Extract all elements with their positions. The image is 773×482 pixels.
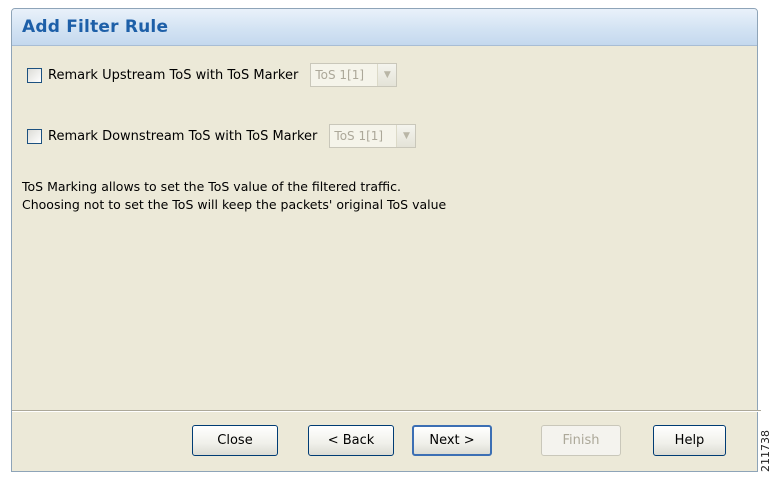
help-button[interactable]: Help: [653, 425, 726, 456]
figure-id: 211738: [759, 430, 772, 472]
chevron-down-icon: ▼: [377, 64, 397, 86]
upstream-tos-checkbox[interactable]: [27, 67, 42, 83]
chevron-down-icon: ▼: [396, 125, 416, 147]
downstream-tos-select: ToS 1[1] ▼: [329, 124, 417, 148]
description-line-1: ToS Marking allows to set the ToS value …: [22, 179, 401, 194]
downstream-tos-label: Remark Downstream ToS with ToS Marker: [48, 128, 318, 144]
upstream-tos-select-value: ToS 1[1]: [315, 68, 365, 82]
close-button[interactable]: Close: [192, 425, 278, 456]
next-button[interactable]: Next >: [412, 425, 492, 456]
description-line-2: Choosing not to set the ToS will keep th…: [22, 197, 447, 212]
upstream-tos-select: ToS 1[1] ▼: [310, 63, 398, 87]
upstream-tos-row: Remark Upstream ToS with ToS Marker ToS …: [27, 63, 398, 87]
downstream-tos-row: Remark Downstream ToS with ToS Marker To…: [27, 124, 417, 148]
button-separator: [12, 410, 761, 412]
dialog-title: Add Filter Rule: [22, 17, 169, 37]
downstream-tos-select-value: ToS 1[1]: [334, 129, 384, 143]
back-button[interactable]: < Back: [308, 425, 394, 456]
title-bar: Add Filter Rule: [12, 9, 757, 46]
upstream-tos-label: Remark Upstream ToS with ToS Marker: [48, 67, 299, 83]
tos-description: ToS Marking allows to set the ToS value …: [22, 178, 446, 214]
downstream-tos-checkbox[interactable]: [27, 128, 42, 144]
finish-button: Finish: [541, 425, 621, 456]
